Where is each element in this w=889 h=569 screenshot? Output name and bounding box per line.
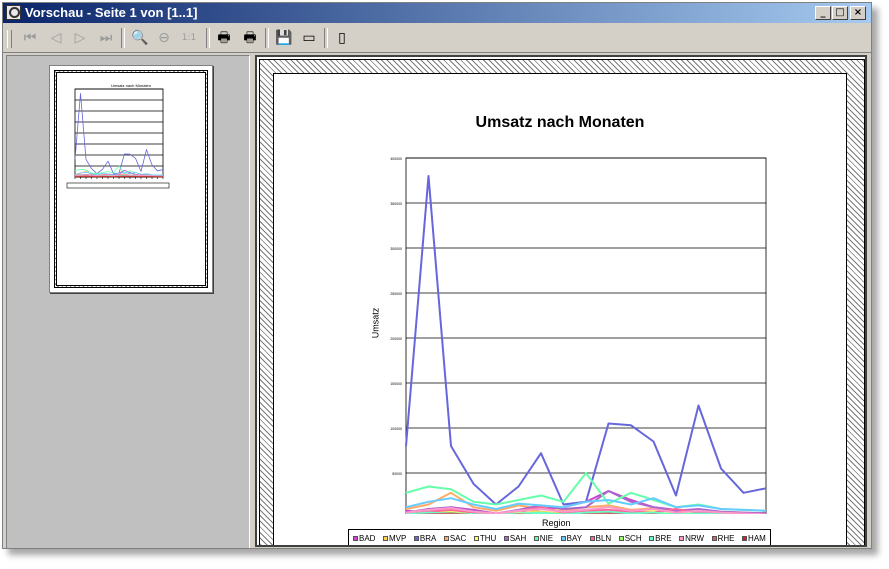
legend-swatch <box>679 535 685 541</box>
legend-label: SAC <box>449 533 467 543</box>
legend-item-mvp: MVP <box>382 533 407 543</box>
print-setup-icon[interactable]: 🖶 <box>239 28 261 48</box>
exit-icon[interactable]: ▯ <box>331 28 353 48</box>
legend-item-bln: BLN <box>589 533 612 543</box>
title-bar[interactable]: Vorschau - Seite 1 von [1..1] _ □ × <box>3 3 871 23</box>
zoom-in-icon[interactable]: 🔍 <box>129 28 151 48</box>
last-page-icon[interactable]: ⏭ <box>95 28 117 48</box>
legend-item-sch: SCH <box>618 533 642 543</box>
legend-swatch <box>589 535 595 541</box>
legend-label: BAY <box>566 533 583 543</box>
preview-page: Umsatz nach Monaten Umsatz 0500001000001… <box>273 73 847 545</box>
app-icon[interactable] <box>6 5 21 20</box>
legend-label: RHE <box>717 533 735 543</box>
toolbar-separator <box>324 28 328 48</box>
y-tick-label: 100000 <box>390 427 402 431</box>
y-tick-label: 300000 <box>390 247 402 251</box>
thumbnail-legend <box>66 182 170 189</box>
previous-page-icon[interactable]: ◁ <box>45 28 67 48</box>
legend-item-bad: BAD <box>353 534 375 543</box>
legend-label: NIE <box>539 533 554 543</box>
legend-item-thu: THU <box>473 533 497 543</box>
legend-label: HAM <box>748 533 766 543</box>
chart-plot: 0500001000001500002000002500003000003500… <box>390 157 767 514</box>
save-icon[interactable]: 💾 <box>273 28 295 48</box>
zoom-one-to-one-icon[interactable]: 1:1 <box>178 28 200 48</box>
legend-item-bra: BRA <box>413 533 437 543</box>
export-icon[interactable]: ▭ <box>298 28 320 48</box>
thumbnail-page: Umsatz nach Monaten <box>56 72 206 286</box>
y-tick-label: 350000 <box>390 202 402 206</box>
legend-item-ham: HAM <box>742 534 766 543</box>
toolbar-grip[interactable] <box>7 30 12 48</box>
legend-swatch <box>382 535 388 541</box>
legend-item-bay: BAY <box>560 533 583 543</box>
legend-label: BLN <box>595 533 612 543</box>
legend-swatch <box>473 535 479 541</box>
y-tick-label: 50000 <box>392 472 402 476</box>
thumbnail-pane[interactable]: Umsatz nach Monaten <box>6 55 250 548</box>
legend-label: SAH <box>509 533 527 543</box>
legend-swatch <box>413 535 419 541</box>
next-page-icon[interactable]: ▷ <box>69 28 91 48</box>
y-tick-label: 400000 <box>390 157 402 161</box>
legend-label: NRW <box>685 533 705 543</box>
legend-swatch <box>649 535 655 541</box>
y-tick-label: 250000 <box>390 292 402 296</box>
legend-item-nrw: NRW <box>679 534 704 543</box>
minimize-button[interactable]: _ <box>815 6 831 20</box>
thumbnail-title: Umsatz nach Monaten <box>111 83 151 88</box>
y-tick-label: 200000 <box>390 337 402 341</box>
legend-swatch <box>533 535 539 541</box>
legend-item-rhe: RHE <box>711 533 735 543</box>
page-thumbnail[interactable]: Umsatz nach Monaten <box>49 65 213 293</box>
legend-label: MVP <box>388 533 407 543</box>
legend-swatch <box>353 535 358 541</box>
legend-item-sac: SAC <box>443 533 467 543</box>
toolbar-separator <box>121 28 125 48</box>
toolbar: ⏮ ◁ ▷ ⏭ 🔍 ⊖ 1:1 🖶 🖶 💾 ▭ ▯ <box>3 24 871 53</box>
legend-swatch <box>560 535 566 541</box>
x-axis-label: Region <box>542 518 571 528</box>
legend-swatch <box>742 535 748 541</box>
preview-pane[interactable]: Umsatz nach Monaten Umsatz 0500001000001… <box>255 55 867 547</box>
y-tick-label: 150000 <box>390 382 402 386</box>
legend-swatch <box>711 535 717 541</box>
legend-label: BRA <box>419 533 437 543</box>
preview-window: Vorschau - Seite 1 von [1..1] _ □ × ⏮ ◁ … <box>2 2 872 549</box>
print-icon[interactable]: 🖶 <box>213 28 235 48</box>
zoom-out-icon[interactable]: ⊖ <box>153 28 175 48</box>
legend-label: SCH <box>624 533 642 543</box>
first-page-icon[interactable]: ⏮ <box>19 28 41 48</box>
legend-swatch <box>618 535 624 541</box>
toolbar-separator <box>265 28 269 48</box>
legend-item-nie: NIE <box>533 533 554 543</box>
window-title: Vorschau - Seite 1 von [1..1] <box>25 5 198 20</box>
legend-label: BAD <box>359 533 376 543</box>
legend-label: BRE <box>655 533 672 543</box>
legend-label: THU <box>479 533 497 543</box>
legend-item-bre: BRE <box>649 533 672 543</box>
legend-swatch <box>443 535 449 541</box>
close-button[interactable]: × <box>850 6 866 20</box>
chart-legend: BAD MVP BRA SAC THU SAH NIE BAY BLN SCH BRE NRW RHE H… <box>348 529 771 545</box>
maximize-button[interactable]: □ <box>832 6 848 20</box>
legend-item-sah: SAH <box>503 533 527 543</box>
toolbar-separator <box>206 28 210 48</box>
thumbnail-chart: Umsatz nach Monaten <box>66 83 170 189</box>
legend-swatch <box>503 535 509 541</box>
